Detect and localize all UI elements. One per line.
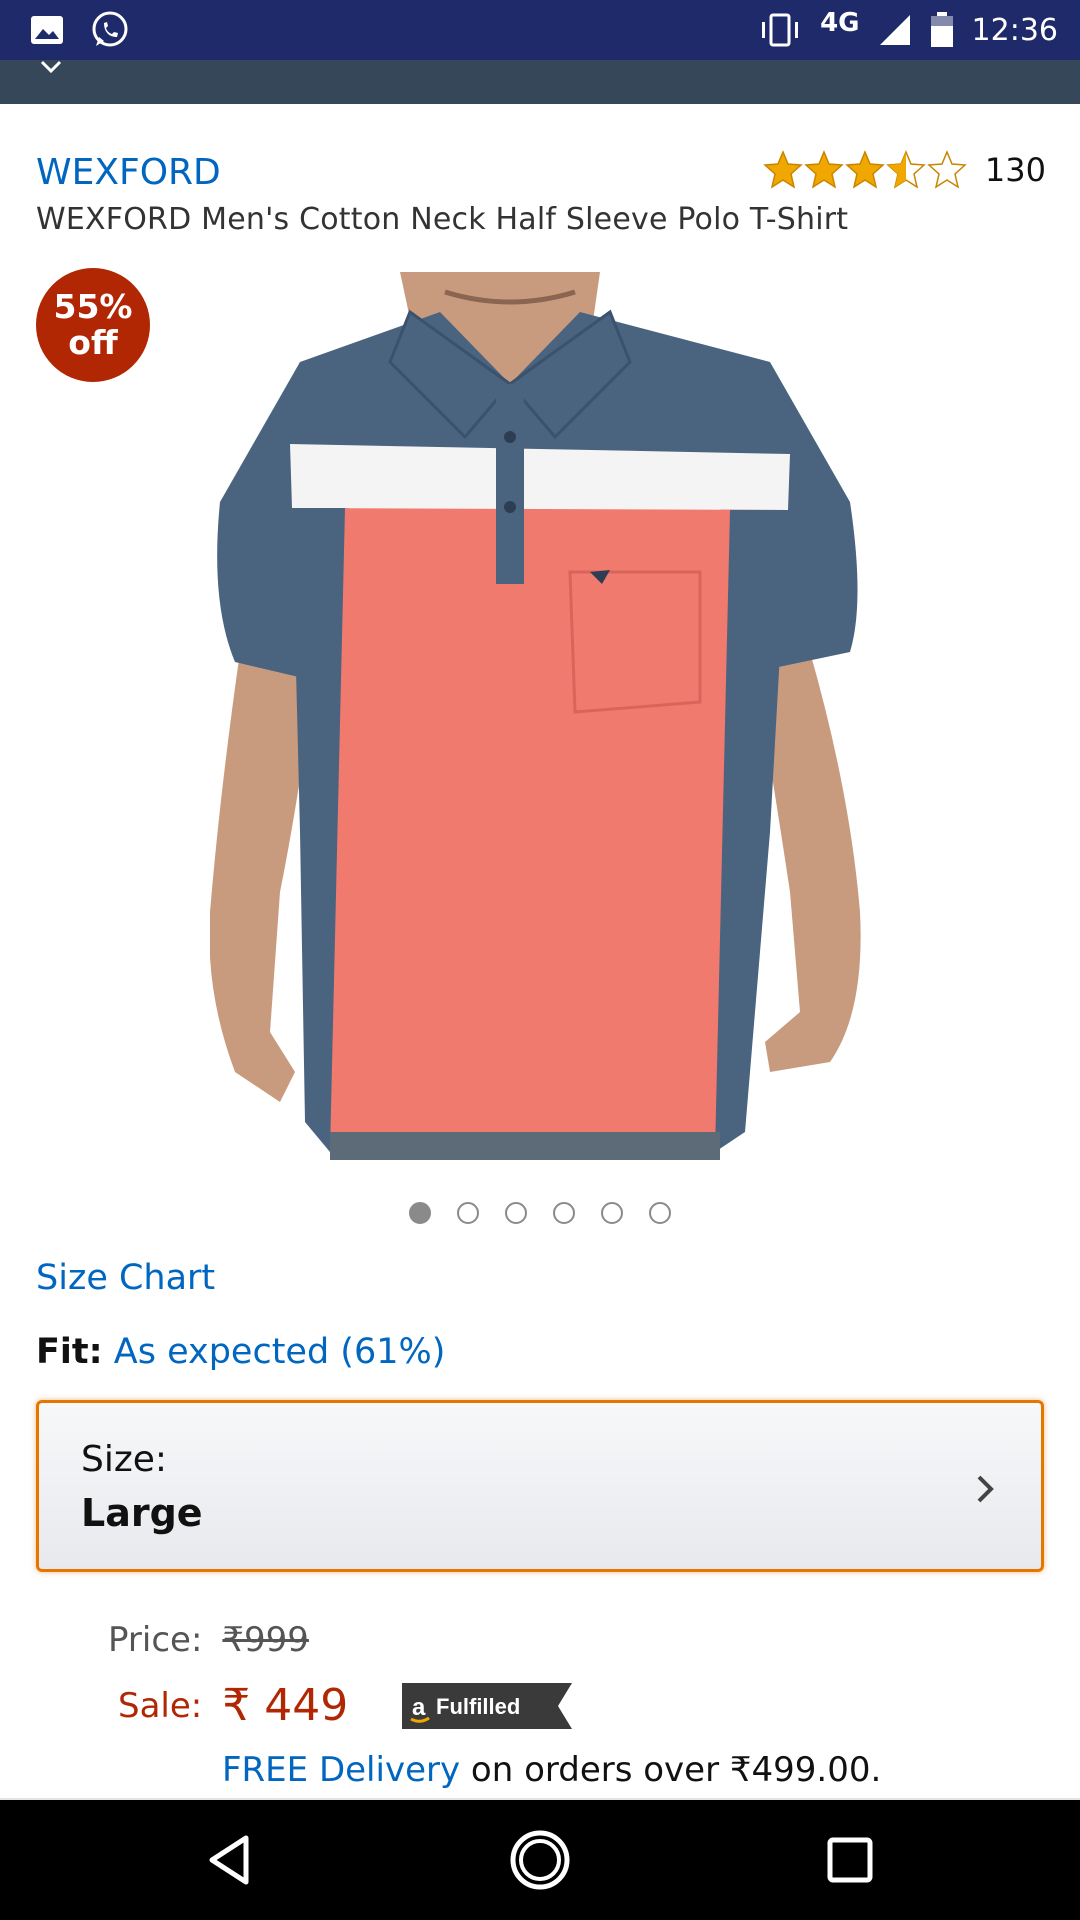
fit-value-link[interactable]: As expected (61%)	[114, 1332, 446, 1372]
chevron-down-icon	[40, 60, 62, 74]
size-label: Size:	[81, 1439, 168, 1480]
price-row: Price: ₹999	[108, 1620, 309, 1660]
fulfilled-text: Fulfilled	[436, 1694, 520, 1719]
discount-percent: 55%	[53, 287, 133, 326]
delivery-condition: on orders over ₹499.00.	[470, 1750, 882, 1790]
recents-icon[interactable]	[818, 1828, 882, 1892]
home-icon[interactable]	[508, 1828, 572, 1892]
mrp-price: ₹999	[222, 1620, 309, 1660]
size-chart-link[interactable]: Size Chart	[36, 1258, 215, 1298]
whatsapp-icon	[92, 11, 128, 47]
svg-text:a: a	[412, 1694, 426, 1721]
pager-dot[interactable]	[553, 1202, 575, 1224]
free-delivery-link[interactable]: FREE Delivery	[222, 1750, 460, 1790]
navigation-bar	[0, 1800, 1080, 1920]
collapsed-header[interactable]	[0, 60, 1080, 104]
product-title: WEXFORD Men's Cotton Neck Half Sleeve Po…	[36, 202, 849, 237]
pager-dot[interactable]	[409, 1202, 431, 1224]
price-label: Price:	[108, 1620, 203, 1660]
discount-badge: 55% off	[36, 268, 150, 382]
pager-dot[interactable]	[505, 1202, 527, 1224]
image-pager	[0, 1202, 1080, 1224]
image-icon	[31, 16, 63, 44]
back-icon[interactable]	[198, 1828, 262, 1892]
discount-off: off	[68, 323, 118, 362]
pager-dot[interactable]	[649, 1202, 671, 1224]
network-type: 4G	[820, 8, 860, 38]
fit-info: Fit: As expected (61%)	[36, 1332, 445, 1372]
chevron-right-icon	[977, 1475, 994, 1503]
product-image[interactable]	[210, 272, 870, 1160]
battery-icon	[930, 12, 953, 47]
sale-price: ₹ 449	[222, 1680, 349, 1731]
sale-label: Sale:	[118, 1685, 203, 1726]
rating[interactable]: 130	[763, 150, 1046, 190]
brand-link[interactable]: WEXFORD	[36, 152, 221, 193]
pager-dot[interactable]	[457, 1202, 479, 1224]
pager-dot[interactable]	[601, 1202, 623, 1224]
amazon-fulfilled-badge: a Fulfilled	[402, 1682, 573, 1729]
signal-icon	[879, 15, 910, 45]
fit-label: Fit:	[36, 1332, 103, 1372]
sale-row: Sale: ₹ 449 a Fulfilled	[118, 1680, 573, 1731]
size-value: Large	[81, 1491, 203, 1535]
clock: 12:36	[971, 12, 1058, 48]
size-selector[interactable]: Size: Large	[36, 1400, 1044, 1572]
delivery-info: FREE Delivery on orders over ₹499.00.	[222, 1750, 881, 1790]
star-rating-icon	[764, 151, 966, 188]
status-bar: 4G 12:36	[0, 0, 1080, 60]
rating-count: 130	[984, 151, 1046, 189]
vibrate-icon	[762, 13, 799, 47]
